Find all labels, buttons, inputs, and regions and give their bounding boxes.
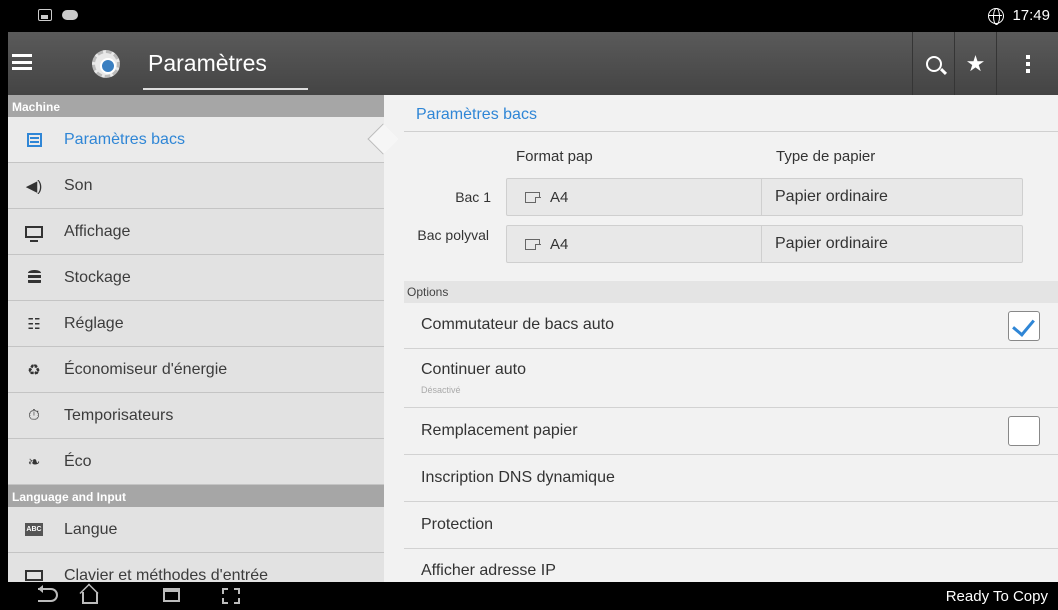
- leaf-icon: ❧: [27, 453, 41, 471]
- sidebar-item-langue[interactable]: ABC Langue: [8, 507, 384, 553]
- sidebar-item-label: Réglage: [64, 314, 124, 332]
- option-label: Afficher adresse IP: [421, 562, 556, 579]
- paper-type-value: Papier ordinaire: [775, 188, 888, 205]
- tray-label: Bac polyval: [417, 227, 489, 243]
- option-remplacement-papier[interactable]: Remplacement papier: [404, 408, 1058, 455]
- recent-apps-icon[interactable]: [163, 588, 180, 602]
- paper-substitution-checkbox[interactable]: [1008, 416, 1040, 446]
- settings-gear-icon: [92, 50, 120, 78]
- sidebar-item-label: Paramètres bacs: [64, 130, 185, 148]
- option-protection[interactable]: Protection: [404, 502, 1058, 549]
- sliders-icon: ☷: [27, 315, 41, 333]
- sidebar-item-label: Langue: [64, 520, 118, 538]
- sidebar-item-label: Affichage: [64, 222, 131, 240]
- format-select[interactable]: A4: [507, 226, 762, 262]
- format-value: A4: [550, 188, 569, 206]
- back-icon[interactable]: [38, 585, 58, 602]
- gamepad-notification-icon: [62, 10, 78, 20]
- clock: 17:49: [1012, 7, 1050, 24]
- sidebar-item-label: Clavier et méthodes d'entrée: [64, 566, 269, 583]
- option-label: Protection: [421, 516, 494, 533]
- sidebar-item-label: Éco: [64, 452, 92, 470]
- sidebar-item-label: Son: [64, 176, 93, 194]
- favorite-button[interactable]: ★: [954, 32, 996, 95]
- panel-title: Paramètres bacs: [416, 106, 537, 123]
- speaker-icon: ◀): [25, 177, 43, 195]
- column-header-format: Format pap: [516, 148, 593, 165]
- auto-tray-switch-checkbox[interactable]: [1008, 311, 1040, 341]
- navigation-bar: Ready To Copy: [0, 582, 1058, 610]
- sidebar-item-economiseur-energie[interactable]: ♻ Économiseur d'énergie: [8, 347, 384, 393]
- tray-row-bac1: A4 Papier ordinaire: [506, 178, 1023, 216]
- format-select[interactable]: A4: [507, 179, 762, 215]
- format-value: A4: [550, 235, 569, 253]
- storage-icon: [24, 269, 44, 287]
- paper-size-icon: [525, 238, 541, 250]
- status-bar: 17:49: [0, 0, 1058, 32]
- tray-row-bac-polyval: A4 Papier ordinaire: [506, 225, 1023, 263]
- gallery-notification-icon: [38, 9, 52, 21]
- divider: [404, 131, 1058, 132]
- title-underline: [143, 88, 308, 90]
- tray-settings-panel: Paramètres bacs Format pap Type de papie…: [384, 95, 1058, 582]
- paper-size-icon: [525, 191, 541, 203]
- sidebar-item-label: Économiseur d'énergie: [64, 360, 228, 378]
- option-afficher-adresse-ip[interactable]: Afficher adresse IP: [404, 549, 1058, 582]
- paper-type-select[interactable]: Papier ordinaire: [762, 179, 1022, 215]
- overflow-menu-button[interactable]: [996, 32, 1058, 95]
- keyboard-icon: [24, 567, 44, 583]
- option-label: Commutateur de bacs auto: [421, 316, 614, 333]
- tray-label: Bac 1: [455, 189, 491, 205]
- search-icon: [925, 55, 942, 72]
- recycle-icon: ♻: [27, 361, 41, 379]
- star-icon: ★: [965, 50, 986, 76]
- tray-icon: [24, 131, 44, 149]
- column-header-type: Type de papier: [776, 148, 876, 165]
- more-vert-icon: [1025, 54, 1030, 73]
- options-header: Options: [404, 281, 1058, 303]
- globe-icon: [988, 7, 1005, 25]
- option-label: Inscription DNS dynamique: [421, 469, 615, 486]
- monitor-icon: [24, 223, 44, 242]
- sidebar-item-label: Stockage: [64, 268, 131, 286]
- section-header-language: Language and Input: [8, 485, 384, 507]
- sidebar-item-clavier[interactable]: Clavier et méthodes d'entrée: [8, 553, 384, 582]
- action-bar: Paramètres ★: [8, 32, 1058, 95]
- option-value: Désactivé: [421, 385, 461, 395]
- paper-type-value: Papier ordinaire: [775, 235, 888, 252]
- menu-icon[interactable]: [12, 54, 32, 70]
- search-button[interactable]: [912, 32, 954, 95]
- stopwatch-icon: ⏱: [28, 407, 40, 424]
- screenshot-icon[interactable]: [222, 588, 240, 604]
- sidebar-item-reglage[interactable]: ☷ Réglage: [8, 301, 384, 347]
- home-icon[interactable]: [82, 592, 98, 604]
- sidebar-item-label: Temporisateurs: [64, 406, 174, 424]
- sidebar-item-son[interactable]: ◀) Son: [8, 163, 384, 209]
- sidebar-item-eco[interactable]: ❧ Éco: [8, 439, 384, 485]
- section-header-machine: Machine: [8, 95, 384, 117]
- settings-sidebar: Machine Paramètres bacs ◀) Son Affichage…: [8, 95, 384, 582]
- abc-icon: ABC: [24, 521, 44, 539]
- sidebar-item-parametres-bacs[interactable]: Paramètres bacs: [8, 117, 384, 163]
- option-label: Continuer auto: [421, 361, 526, 378]
- sidebar-item-stockage[interactable]: Stockage: [8, 255, 384, 301]
- sidebar-item-temporisateurs[interactable]: ⏱ Temporisateurs: [8, 393, 384, 439]
- paper-type-select[interactable]: Papier ordinaire: [762, 226, 1022, 262]
- device-status: Ready To Copy: [945, 588, 1048, 605]
- option-label: Remplacement papier: [421, 422, 578, 439]
- option-inscription-dns[interactable]: Inscription DNS dynamique: [404, 455, 1058, 502]
- option-commutateur-bacs-auto[interactable]: Commutateur de bacs auto: [404, 303, 1058, 349]
- sidebar-item-affichage[interactable]: Affichage: [8, 209, 384, 255]
- option-continuer-auto[interactable]: Continuer auto Désactivé: [404, 349, 1058, 408]
- page-title: Paramètres: [148, 50, 267, 76]
